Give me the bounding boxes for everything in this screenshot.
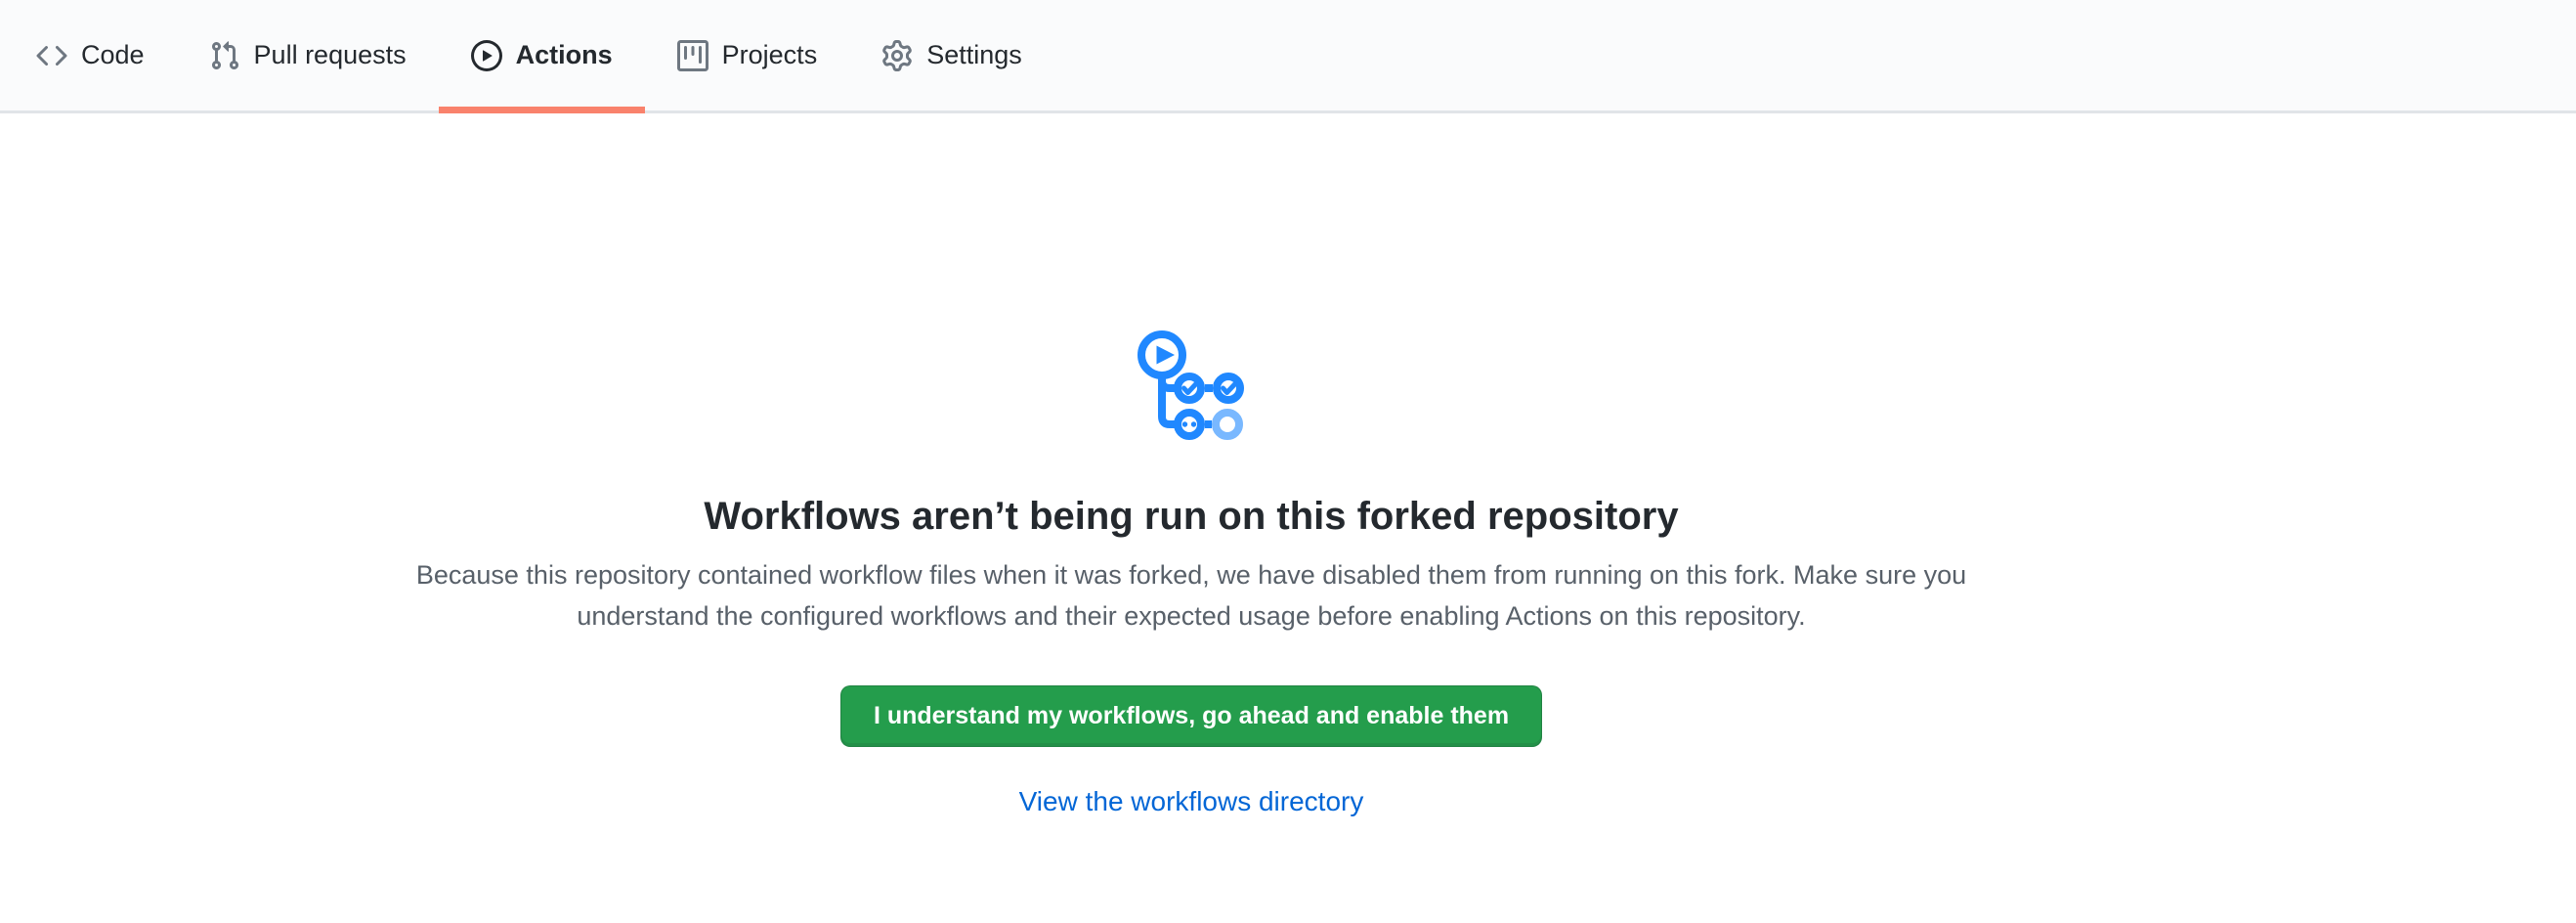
repo-tab-nav: Code Pull requests Actions Projects Sett…: [0, 0, 2576, 113]
git-pull-request-icon: [209, 40, 240, 71]
tab-label: Projects: [722, 42, 818, 68]
play-circle-icon: [471, 40, 502, 71]
actions-disabled-blankslate: Workflows aren’t being run on this forke…: [0, 113, 2383, 817]
workflows-directory-link[interactable]: View the workflows directory: [1019, 786, 1364, 816]
page-title: Workflows aren’t being run on this forke…: [0, 492, 2383, 541]
link-row: View the workflows directory: [0, 786, 2383, 817]
enable-workflows-button[interactable]: I understand my workflows, go ahead and …: [840, 685, 1542, 747]
tab-settings[interactable]: Settings: [849, 0, 1054, 110]
tab-label: Pull requests: [254, 42, 407, 68]
tab-projects[interactable]: Projects: [645, 0, 850, 110]
code-icon: [36, 40, 67, 71]
tab-label: Code: [81, 42, 145, 68]
gear-icon: [881, 40, 913, 71]
tab-pull-requests[interactable]: Pull requests: [177, 0, 439, 110]
project-icon: [677, 40, 708, 71]
tab-label: Actions: [516, 42, 613, 68]
page-description: Because this repository contained workfl…: [390, 554, 1993, 637]
tab-label: Settings: [926, 42, 1022, 68]
tab-code[interactable]: Code: [4, 0, 177, 110]
tab-actions[interactable]: Actions: [439, 0, 645, 110]
workflow-graph-icon: [1138, 330, 1245, 440]
